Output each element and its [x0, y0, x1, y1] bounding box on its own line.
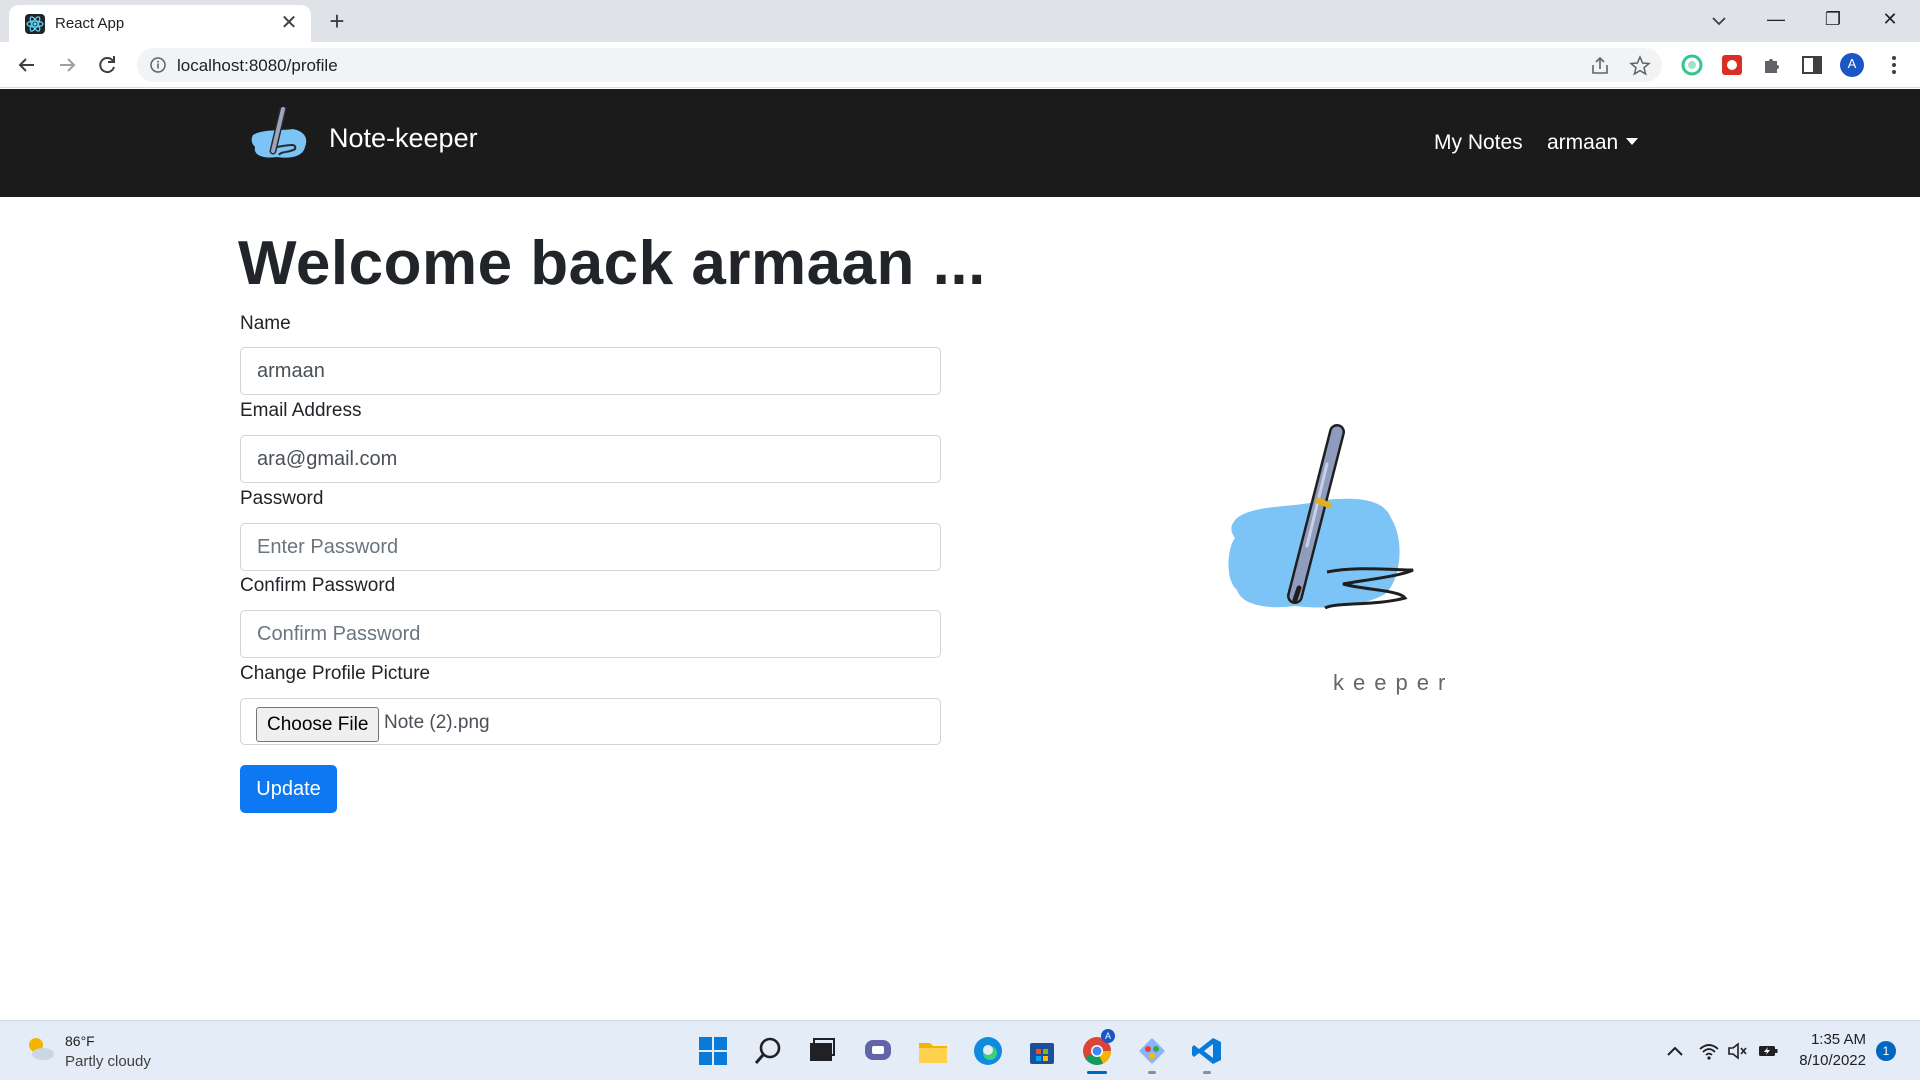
battery-charging-icon[interactable]	[1757, 1041, 1779, 1061]
edge-browser-icon[interactable]	[972, 1035, 1004, 1067]
microsoft-store-icon[interactable]	[1026, 1035, 1058, 1067]
clock-date[interactable]: 8/10/2022	[1799, 1052, 1866, 1069]
note-keeper-logo[interactable]	[249, 105, 311, 165]
name-label: Name	[240, 313, 291, 334]
weather-description[interactable]: Partly cloudy	[65, 1053, 151, 1070]
chrome-active-indicator	[1087, 1071, 1107, 1074]
back-arrow-icon[interactable]	[13, 51, 41, 79]
paint-running-indicator	[1148, 1071, 1156, 1074]
note-keeper-illustration	[1215, 420, 1455, 630]
side-panel-icon[interactable]	[1800, 53, 1824, 77]
notification-count-badge[interactable]: 1	[1876, 1041, 1896, 1061]
profile-picture-label: Change Profile Picture	[240, 663, 431, 684]
tab-search-chevron-icon[interactable]	[1705, 8, 1733, 34]
weather-partly-cloudy-icon[interactable]	[24, 1033, 56, 1065]
site-info-icon[interactable]	[149, 56, 167, 74]
vscode-icon[interactable]	[1191, 1035, 1223, 1067]
bookmark-star-icon[interactable]	[1629, 55, 1651, 77]
app-navbar: Note-keeper My Notes armaan	[0, 89, 1920, 197]
profile-picture-file-input[interactable]: Choose File Note (2).png	[240, 698, 941, 745]
windows-start-icon[interactable]	[697, 1035, 729, 1067]
minimize-button[interactable]: —	[1748, 0, 1804, 38]
tab-title: React App	[55, 15, 125, 32]
file-explorer-icon[interactable]	[917, 1035, 949, 1067]
browser-tab[interactable]: React App ✕	[9, 5, 311, 42]
extensions-puzzle-icon[interactable]	[1760, 53, 1784, 77]
vscode-running-indicator	[1203, 1071, 1211, 1074]
close-window-button[interactable]: ✕	[1862, 0, 1918, 38]
selected-file-name: Note (2).png	[384, 712, 490, 733]
brand-name[interactable]: Note-keeper	[329, 123, 478, 154]
volume-muted-icon[interactable]	[1727, 1041, 1749, 1061]
tab-close-icon[interactable]: ✕	[277, 11, 301, 35]
browser-toolbar: localhost:8080/profile A	[0, 42, 1920, 88]
choose-file-button[interactable]: Choose File	[256, 707, 380, 742]
new-tab-button[interactable]: +	[322, 8, 352, 36]
password-label: Password	[240, 488, 324, 509]
chrome-profile-badge: A	[1101, 1029, 1115, 1043]
illustration-caption: keeper	[1333, 670, 1455, 695]
browser-tab-strip: React App ✕ + — ❐ ✕	[0, 0, 1920, 42]
page-title: Welcome back armaan ...	[238, 229, 986, 298]
task-view-icon[interactable]	[806, 1035, 838, 1067]
teams-chat-icon[interactable]	[862, 1035, 894, 1067]
chrome-icon[interactable]: A	[1081, 1029, 1115, 1067]
forward-arrow-icon[interactable]	[53, 51, 81, 79]
user-dropdown[interactable]: armaan	[1547, 131, 1639, 155]
user-dropdown-label: armaan	[1547, 131, 1619, 154]
name-input[interactable]	[240, 347, 941, 395]
profile-avatar[interactable]: A	[1840, 53, 1864, 77]
clock-time[interactable]: 1:35 AM	[1811, 1031, 1866, 1048]
chrome-menu-icon[interactable]	[1882, 53, 1906, 77]
caret-down-icon	[1626, 138, 1639, 145]
react-favicon-icon	[25, 14, 45, 34]
windows-taskbar: 86°F Partly cloudy A 1:35 AM 8/10/2022 1	[0, 1020, 1920, 1080]
paint-app-icon[interactable]	[1136, 1035, 1168, 1067]
share-icon[interactable]	[1589, 55, 1611, 77]
confirm-password-input[interactable]	[240, 610, 941, 658]
email-label: Email Address	[240, 400, 362, 421]
extension-green-icon[interactable]	[1680, 53, 1704, 77]
weather-temperature[interactable]: 86°F	[65, 1033, 95, 1049]
profile-initial: A	[1847, 56, 1857, 71]
address-bar[interactable]: localhost:8080/profile	[137, 48, 1662, 82]
tray-overflow-chevron-icon[interactable]	[1664, 1041, 1686, 1061]
reload-icon[interactable]	[93, 51, 121, 79]
confirm-password-label: Confirm Password	[240, 575, 396, 596]
search-icon[interactable]	[752, 1035, 784, 1067]
wifi-icon[interactable]	[1698, 1041, 1720, 1061]
restore-button[interactable]: ❐	[1805, 0, 1861, 38]
url-text[interactable]: localhost:8080/profile	[177, 56, 338, 76]
extension-red-icon[interactable]	[1720, 53, 1744, 77]
nav-my-notes-link[interactable]: My Notes	[1434, 131, 1523, 155]
password-input[interactable]	[240, 523, 941, 571]
update-button[interactable]: Update	[240, 765, 337, 813]
email-input[interactable]	[240, 435, 941, 483]
